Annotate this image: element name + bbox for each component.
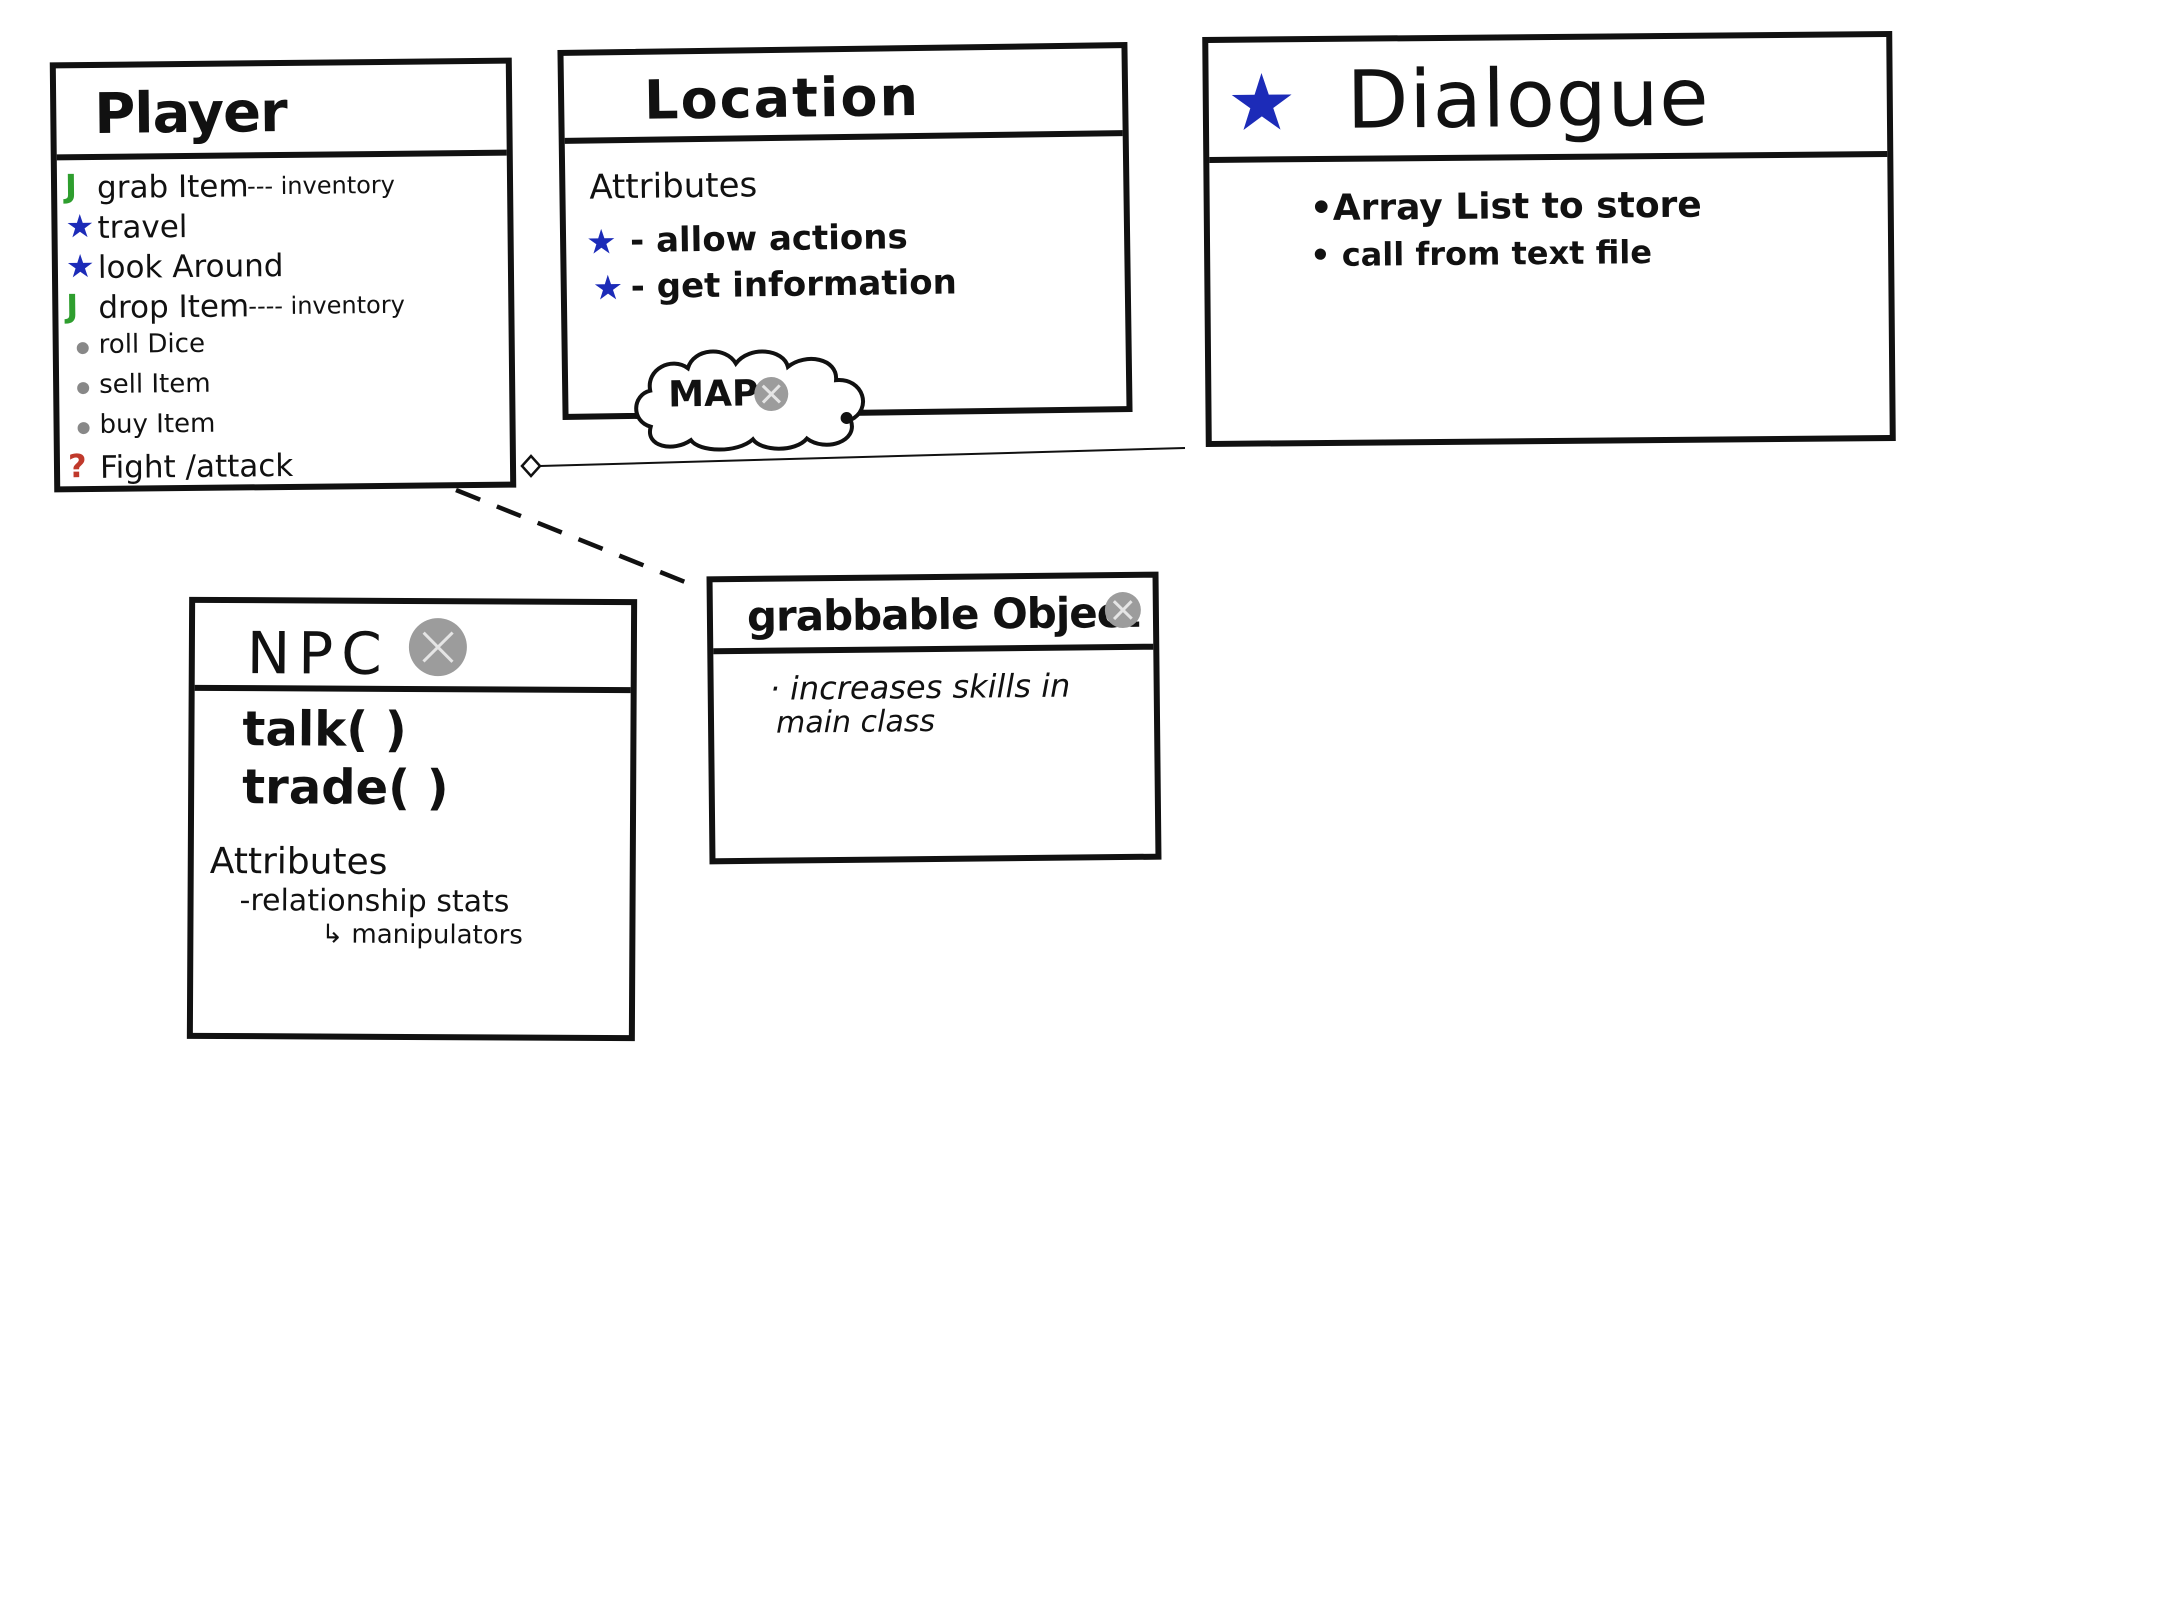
dependency-line bbox=[455, 487, 691, 587]
grabbable-header: grabbable Object bbox=[712, 577, 1154, 655]
player-method-label: grab Item bbox=[96, 168, 249, 206]
star-icon: ★ bbox=[65, 206, 95, 246]
location-class-box[interactable]: Location Attributes ★ - allow actions ★ … bbox=[557, 42, 1133, 452]
dialogue-title: Dialogue bbox=[1346, 50, 1710, 147]
grabbable-line-main-class: main class bbox=[775, 703, 936, 741]
npc-body: talk( ) trade( ) Attributes -relationshi… bbox=[193, 691, 631, 1035]
dialogue-body: •Array List to store • call from text fi… bbox=[1209, 157, 1889, 441]
player-class-box[interactable]: Player Jgrab Item --- inventory ★ travel ★ lo… bbox=[49, 57, 517, 493]
star-icon: ★ bbox=[65, 246, 95, 286]
npc-title: NPC bbox=[246, 619, 390, 688]
player-body: Jgrab Item --- inventory ★ travel ★ look Arou… bbox=[57, 156, 510, 487]
aggregation-diamond bbox=[520, 454, 542, 478]
npc-attribute-manipulators: ↳ manipulators bbox=[321, 919, 523, 951]
npc-attributes-label: Attributes bbox=[209, 840, 388, 883]
grabbable-object-class-box[interactable]: grabbable Object · increases skills in m… bbox=[706, 571, 1162, 865]
dialogue-line-text-file: • call from text file bbox=[1309, 233, 1653, 275]
player-method-label: look Around bbox=[97, 247, 284, 286]
player-method-label: drop Item bbox=[98, 288, 250, 326]
location-title: Location bbox=[643, 64, 921, 132]
star-icon: ★ bbox=[585, 222, 617, 263]
player-method-note: ---- inventory bbox=[248, 290, 405, 321]
star-icon: ★ bbox=[1226, 58, 1298, 149]
player-method-label: roll Dice bbox=[98, 328, 206, 360]
location-header: Location bbox=[563, 48, 1123, 144]
player-title: Player bbox=[93, 79, 288, 147]
dialogue-header: ★ Dialogue bbox=[1208, 37, 1888, 163]
location-attribute-get-information: - get information bbox=[630, 262, 958, 307]
removed-icon bbox=[1104, 591, 1142, 629]
player-method-label: buy Item bbox=[99, 408, 216, 440]
removed-icon bbox=[77, 422, 90, 435]
player-method-row: buy Item bbox=[59, 404, 509, 449]
check-icon: J bbox=[64, 167, 78, 206]
removed-icon bbox=[77, 382, 90, 395]
player-header: Player bbox=[55, 63, 507, 161]
location-attributes-label: Attributes bbox=[589, 165, 758, 208]
player-method-row: ? Fight /attack bbox=[60, 444, 510, 489]
dialogue-line-arraylist: •Array List to store bbox=[1309, 184, 1702, 230]
npc-method-talk: talk( ) bbox=[242, 701, 407, 758]
player-method-label: Fight /attack bbox=[99, 447, 294, 486]
check-icon: J bbox=[66, 287, 79, 326]
map-label: MAP bbox=[667, 373, 759, 416]
location-body: Attributes ★ - allow actions ★ - get inf… bbox=[565, 136, 1127, 452]
player-method-row: Jdrop Item ---- inventory bbox=[58, 284, 508, 329]
removed-icon bbox=[408, 617, 468, 677]
npc-attribute-relationship: -relationship stats bbox=[239, 883, 510, 920]
grabbable-line-skills: · increases skills in bbox=[769, 666, 1071, 708]
location-attribute-allow-actions: - allow actions bbox=[629, 217, 908, 261]
player-method-row: sell Item bbox=[59, 364, 509, 409]
grabbable-title: grabbable Object bbox=[746, 587, 1140, 641]
player-method-row: ★ travel bbox=[57, 204, 507, 249]
dialogue-class-box[interactable]: ★ Dialogue •Array List to store • call f… bbox=[1202, 30, 1896, 448]
removed-icon bbox=[76, 342, 89, 355]
diagram-canvas: Player Jgrab Item --- inventory ★ travel ★ lo… bbox=[0, 0, 2160, 1620]
npc-header: NPC bbox=[194, 602, 632, 694]
player-method-label: travel bbox=[97, 208, 188, 246]
player-method-note: --- inventory bbox=[246, 170, 396, 201]
npc-method-trade: trade( ) bbox=[242, 759, 449, 817]
question-icon: ? bbox=[67, 447, 87, 486]
player-method-row: ★ look Around bbox=[58, 244, 508, 289]
star-icon: ★ bbox=[592, 268, 624, 309]
grabbable-body: · increases skills in main class bbox=[713, 650, 1155, 859]
npc-class-box[interactable]: NPC talk( ) trade( ) Attributes -relatio… bbox=[186, 596, 638, 1042]
player-method-row: roll Dice bbox=[59, 324, 509, 369]
player-method-label: sell Item bbox=[98, 368, 211, 400]
player-method-row: Jgrab Item --- inventory bbox=[57, 164, 507, 209]
